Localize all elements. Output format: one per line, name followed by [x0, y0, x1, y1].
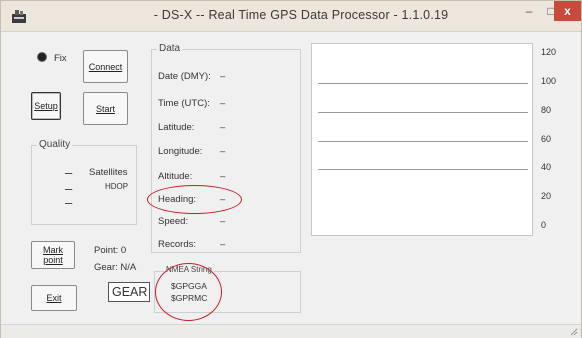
chart-y-tick-label: 20: [541, 191, 552, 202]
gear-label: Gear: N/A: [94, 262, 137, 273]
data-row-value: –: [220, 122, 226, 133]
setup-button[interactable]: Setup: [31, 92, 61, 120]
satellites-label: Satellites: [89, 167, 128, 178]
chart-y-tick-label: 80: [541, 104, 552, 115]
chart-gridline: [318, 169, 528, 171]
data-title: Data: [157, 43, 183, 54]
close-button[interactable]: x: [554, 1, 581, 21]
hdop-label: HDOP: [105, 182, 129, 191]
chart-y-tick-label: 40: [541, 162, 552, 173]
hdop-value: –: [65, 181, 73, 196]
mark-point-button[interactable]: Mark point: [31, 241, 75, 269]
data-row-label: Latitude:: [158, 122, 195, 133]
quality-third-value: –: [65, 195, 73, 210]
heading-annotation-ellipse: [147, 185, 242, 214]
connect-button[interactable]: Connect: [83, 50, 128, 83]
data-row-value: –: [220, 239, 226, 250]
chart-y-tick-label: 120: [541, 47, 557, 57]
point-label: Point: 0: [94, 245, 127, 256]
data-row-label: Records:: [158, 239, 197, 250]
data-row-value: –: [220, 171, 226, 182]
fix-label: Fix: [54, 53, 67, 64]
chart-y-tick-label: 100: [541, 75, 557, 86]
satellites-value: –: [65, 165, 73, 180]
chart-y-tick-label: 0: [541, 220, 547, 230]
nmea-annotation-ellipse: [155, 263, 222, 321]
title-bar: - DS-X -- Real Time GPS Data Processor -…: [1, 1, 581, 32]
gear-input[interactable]: GEAR: [108, 282, 150, 302]
data-row-value: –: [220, 71, 226, 82]
app-icon: [12, 10, 26, 23]
data-row-value: –: [220, 98, 226, 109]
minimize-button[interactable]: –: [516, 1, 542, 23]
data-row-label: Date (DMY):: [158, 71, 211, 82]
chart-y-tick-label: 60: [541, 133, 552, 144]
data-row-label: Time (UTC):: [158, 98, 210, 109]
status-bar: [1, 324, 581, 338]
data-row-label: Altitude:: [158, 171, 193, 182]
exit-button[interactable]: Exit: [31, 285, 77, 311]
start-button[interactable]: Start: [83, 92, 128, 125]
resize-grip-icon[interactable]: [570, 328, 578, 336]
chart-gridline: [318, 82, 528, 84]
app-window: - DS-X -- Real Time GPS Data Processor -…: [0, 0, 582, 338]
window-title: - DS-X -- Real Time GPS Data Processor -…: [153, 8, 449, 22]
chart-area: [311, 43, 533, 236]
data-row-label: Speed:: [158, 216, 189, 227]
data-row-value: –: [220, 216, 226, 227]
data-row-value: –: [220, 146, 226, 157]
data-row-label: Longitude:: [158, 146, 203, 157]
chart-gridline: [318, 111, 528, 113]
chart-gridline: [318, 140, 528, 142]
quality-title: Quality: [37, 139, 73, 150]
fix-indicator-icon: [38, 53, 46, 61]
